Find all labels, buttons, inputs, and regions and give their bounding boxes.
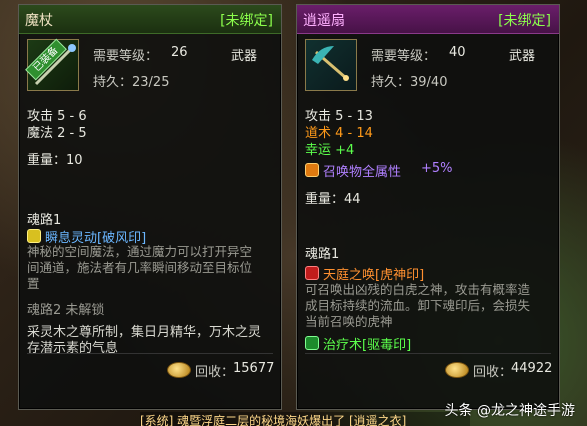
gold-coin-icon [445, 362, 469, 378]
watermark: 头条 @龙之神途手游 [444, 403, 575, 419]
weight: 重量：44 [305, 192, 361, 207]
item-name: 魔杖 [25, 13, 53, 29]
summon-attribute-value: +5% [421, 161, 453, 176]
recycle-label: 回收： [195, 365, 235, 380]
bind-status: [未绑定] [220, 13, 273, 29]
recycle-value: 44922 [511, 361, 553, 376]
tooltip-title-bar: 魔杖 [未绑定] [19, 5, 281, 34]
durability: 持久：39/40 [371, 75, 448, 90]
skill-description: 神秘的空间魔法，通过魔力可以打开异空 间通道，施法者有几率瞬间移动至目标位 置 [27, 244, 253, 291]
level-value: 26 [171, 45, 188, 60]
gold-coin-icon [167, 362, 191, 378]
summon-attr-icon [305, 163, 319, 177]
item-type: 武器 [231, 49, 258, 64]
skill-name-2: 治疗术[驱毒印] [323, 338, 412, 353]
fan-icon [305, 39, 357, 91]
durability: 持久：23/25 [93, 75, 170, 90]
soul-path-title: 魂路1 [27, 213, 62, 228]
level-label: 需要等级： [371, 49, 437, 64]
luck-stat: 幸运 +4 [305, 143, 355, 158]
level-value: 40 [449, 45, 466, 60]
item-tooltip-right: 逍遥扇 [未绑定] 需要等级： 40 武器 持久：39/40 攻击 5 - 13… [296, 4, 560, 410]
summon-attribute: 召唤物全属性 [323, 165, 402, 180]
system-message: [系统] 魂暨浮庭二层的秘境海妖爆出了 [逍遥之衣] [140, 412, 470, 426]
recycle-label: 回收： [473, 365, 513, 380]
magic-stat: 魔法 2 - 5 [27, 126, 87, 141]
tooltip-title-bar: 逍遥扇 [未绑定] [297, 5, 559, 34]
wind-seal-icon [27, 229, 41, 243]
skill-name: 天庭之唤[虎神印] [323, 268, 425, 283]
recycle-value: 15677 [233, 361, 275, 376]
soul-path-2: 魂路2 未解锁 [27, 303, 105, 318]
divider [27, 353, 273, 354]
bind-status: [未绑定] [498, 13, 551, 29]
poison-seal-icon [305, 336, 319, 350]
item-name: 逍遥扇 [303, 13, 345, 29]
soul-path-title: 魂路1 [305, 247, 340, 262]
skill-description: 可召唤出凶残的白虎之神，攻击有概率造 成目标持续的流血。卸下魂印后，会损失 当前… [305, 282, 531, 329]
level-label: 需要等级： [93, 49, 159, 64]
item-type: 武器 [509, 49, 536, 64]
weight: 重量：10 [27, 153, 83, 168]
divider [305, 353, 551, 354]
staff-icon: 已装备 [25, 38, 79, 91]
item-tooltip-left: 魔杖 [未绑定] 已装备 需要等级： 26 武器 持久：23/25 攻击 5 -… [18, 4, 282, 410]
tiger-seal-icon [305, 266, 319, 280]
